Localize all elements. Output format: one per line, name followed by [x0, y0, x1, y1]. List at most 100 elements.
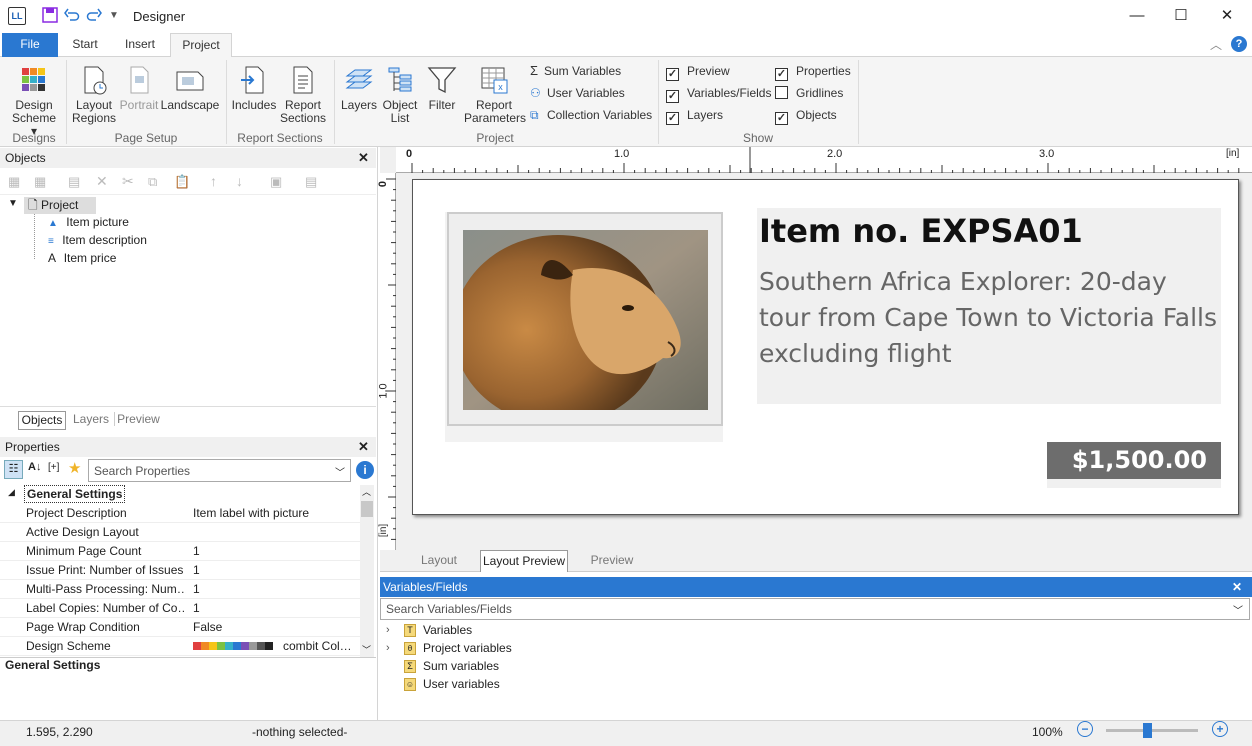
tree-item-sum-variables[interactable]: Sum variables — [423, 659, 499, 673]
property-row[interactable]: Multi-Pass Processing: Num… 1 — [0, 580, 360, 599]
minimize-button[interactable]: — — [1127, 6, 1147, 26]
zoom-slider-thumb[interactable] — [1143, 723, 1153, 738]
properties-object-icon[interactable]: ▤ — [68, 174, 80, 190]
property-value[interactable]: combit Col… — [193, 637, 358, 656]
ribbon-separator — [226, 60, 227, 144]
search-variables-input[interactable]: Search Variables/Fields ﹀ — [380, 598, 1250, 620]
property-value[interactable]: Item label with picture — [193, 504, 358, 523]
show-layers-checkbox[interactable]: ✓ Layers — [666, 106, 723, 125]
scrollbar-thumb[interactable] — [361, 501, 373, 517]
group-objects-icon[interactable]: ▣ — [270, 174, 282, 190]
property-value[interactable]: 1 — [193, 561, 358, 580]
scroll-down-icon[interactable]: ﹀ — [362, 643, 371, 656]
properties-panel-close-icon[interactable]: ✕ — [358, 439, 369, 455]
tab-file[interactable]: File — [2, 33, 58, 57]
layers-button[interactable]: Layers — [338, 64, 380, 112]
property-row[interactable]: Design Scheme combit Col… — [0, 637, 360, 656]
property-scrollbar[interactable]: ︿ ﹀ — [360, 485, 374, 657]
property-row[interactable]: Project Description Item label with pictu… — [0, 504, 360, 523]
scroll-up-icon[interactable]: ︿ — [362, 485, 371, 498]
property-value[interactable]: 1 — [193, 580, 358, 599]
sum-variables-button[interactable]: Σ Sum Variables — [530, 62, 621, 80]
close-button[interactable]: ✕ — [1217, 6, 1237, 26]
chevron-right-icon[interactable]: › — [386, 642, 390, 654]
categorized-view-icon[interactable]: ☷ — [4, 460, 23, 479]
property-value[interactable]: False — [193, 618, 358, 637]
chevron-down-icon[interactable]: ﹀ — [1233, 602, 1243, 617]
tree-item-picture[interactable]: ▲ Item picture — [48, 215, 129, 229]
design-scheme-button[interactable]: Design Scheme ▾ — [8, 64, 60, 138]
tree-item-price[interactable]: A Item price — [48, 251, 116, 265]
help-icon[interactable]: ? — [1231, 36, 1247, 52]
tree-item-description[interactable]: ≡ Item description — [48, 233, 147, 247]
qat-dropdown-icon[interactable]: ▼ — [109, 10, 119, 21]
show-properties-checkbox[interactable]: ✓ Properties — [775, 62, 851, 81]
zoom-in-icon[interactable]: + — [1212, 721, 1228, 737]
item-description-box[interactable]: Item no. EXPSA01 Southern Africa Explore… — [757, 208, 1221, 404]
info-icon[interactable]: i — [356, 461, 374, 479]
append-object-icon[interactable]: ▦ — [8, 174, 20, 190]
variables-fields-close-icon[interactable]: ✕ — [1232, 577, 1242, 597]
report-sections-button[interactable]: Report Sections — [280, 64, 326, 125]
property-value[interactable]: 1 — [193, 542, 358, 561]
property-row[interactable]: Issue Print: Number of Issues 1 — [0, 561, 360, 580]
user-variables-button[interactable]: ⚇ User Variables — [530, 84, 625, 102]
show-preview-checkbox[interactable]: ✓ Preview — [666, 62, 730, 81]
maximize-button[interactable]: ☐ — [1171, 6, 1191, 26]
tab-print-preview[interactable]: Preview — [568, 550, 656, 572]
filter-button[interactable]: Filter — [422, 64, 462, 112]
cut-icon[interactable]: ✂ — [122, 173, 134, 190]
tab-preview[interactable]: Preview — [114, 412, 162, 426]
property-value[interactable]: 1 — [193, 599, 358, 618]
tab-layers[interactable]: Layers — [70, 412, 112, 426]
collection-variables-button[interactable]: ⧉ Collection Variables — [530, 106, 652, 124]
chevron-down-icon[interactable]: ﹀ — [335, 464, 345, 479]
portrait-button[interactable]: Portrait — [118, 64, 160, 112]
zoom-out-icon[interactable]: − — [1077, 721, 1093, 737]
tab-layout[interactable]: Layout — [398, 550, 480, 572]
objects-panel-close-icon[interactable]: ✕ — [358, 150, 369, 166]
move-down-icon[interactable]: ↓ — [236, 173, 243, 189]
move-up-icon[interactable]: ↑ — [210, 173, 217, 189]
includes-button[interactable]: Includes — [230, 64, 278, 112]
insert-object-icon[interactable]: ▦ — [34, 174, 46, 190]
sort-alpha-icon[interactable]: A↓ — [28, 461, 41, 473]
tree-item-user-variables[interactable]: User variables — [423, 677, 500, 691]
object-details-icon[interactable]: ▤ — [305, 174, 317, 190]
show-gridlines-checkbox[interactable]: Gridlines — [775, 84, 843, 102]
search-properties-input[interactable]: Search Properties ﹀ — [88, 459, 351, 482]
copy-icon[interactable]: ⧉ — [148, 174, 157, 190]
collapse-ribbon-icon[interactable]: ︿ — [1210, 36, 1222, 53]
property-row[interactable]: Label Copies: Number of Co… 1 — [0, 599, 360, 618]
tree-item-project-variables[interactable]: Project variables — [423, 641, 512, 655]
paste-icon[interactable]: 📋 — [174, 174, 190, 190]
section-general-settings[interactable]: General Settings — [24, 485, 126, 503]
item-price[interactable]: $1,500.00 — [1047, 442, 1221, 479]
chevron-right-icon[interactable]: › — [386, 624, 390, 636]
delete-icon[interactable]: ✕ — [96, 173, 108, 190]
redo-icon[interactable] — [86, 7, 102, 26]
layout-regions-button[interactable]: Layout Regions — [70, 64, 118, 125]
show-objects-checkbox[interactable]: ✓ Objects — [775, 106, 837, 125]
item-picture[interactable] — [447, 212, 723, 426]
object-list-button[interactable]: Object List — [380, 64, 420, 125]
tab-insert[interactable]: Insert — [112, 33, 168, 57]
landscape-button[interactable]: Landscape — [160, 64, 220, 112]
tab-project[interactable]: Project — [170, 33, 232, 58]
report-parameters-button[interactable]: x Report Parameters — [464, 64, 526, 125]
undo-icon[interactable] — [64, 7, 80, 26]
tree-item-variables[interactable]: Variables — [423, 623, 472, 637]
expand-all-icon[interactable]: [+] — [48, 462, 59, 473]
tab-start[interactable]: Start — [62, 33, 108, 57]
show-variables-fields-checkbox[interactable]: ✓ Variables/Fields — [666, 84, 771, 103]
section-collapse-icon[interactable]: ◢ — [8, 487, 15, 498]
property-row[interactable]: Minimum Page Count 1 — [0, 542, 360, 561]
tab-objects[interactable]: Objects — [18, 411, 66, 430]
tab-layout-preview[interactable]: Layout Preview — [480, 550, 568, 572]
favorites-star-icon[interactable]: ★ — [68, 459, 81, 477]
property-row[interactable]: Active Design Layout — [0, 523, 360, 542]
property-row[interactable]: Page Wrap Condition False — [0, 618, 360, 637]
save-icon[interactable] — [42, 7, 58, 26]
chevron-down-icon[interactable]: ▼ — [8, 198, 22, 209]
tree-item-project[interactable]: 🗋 Project — [24, 197, 96, 214]
